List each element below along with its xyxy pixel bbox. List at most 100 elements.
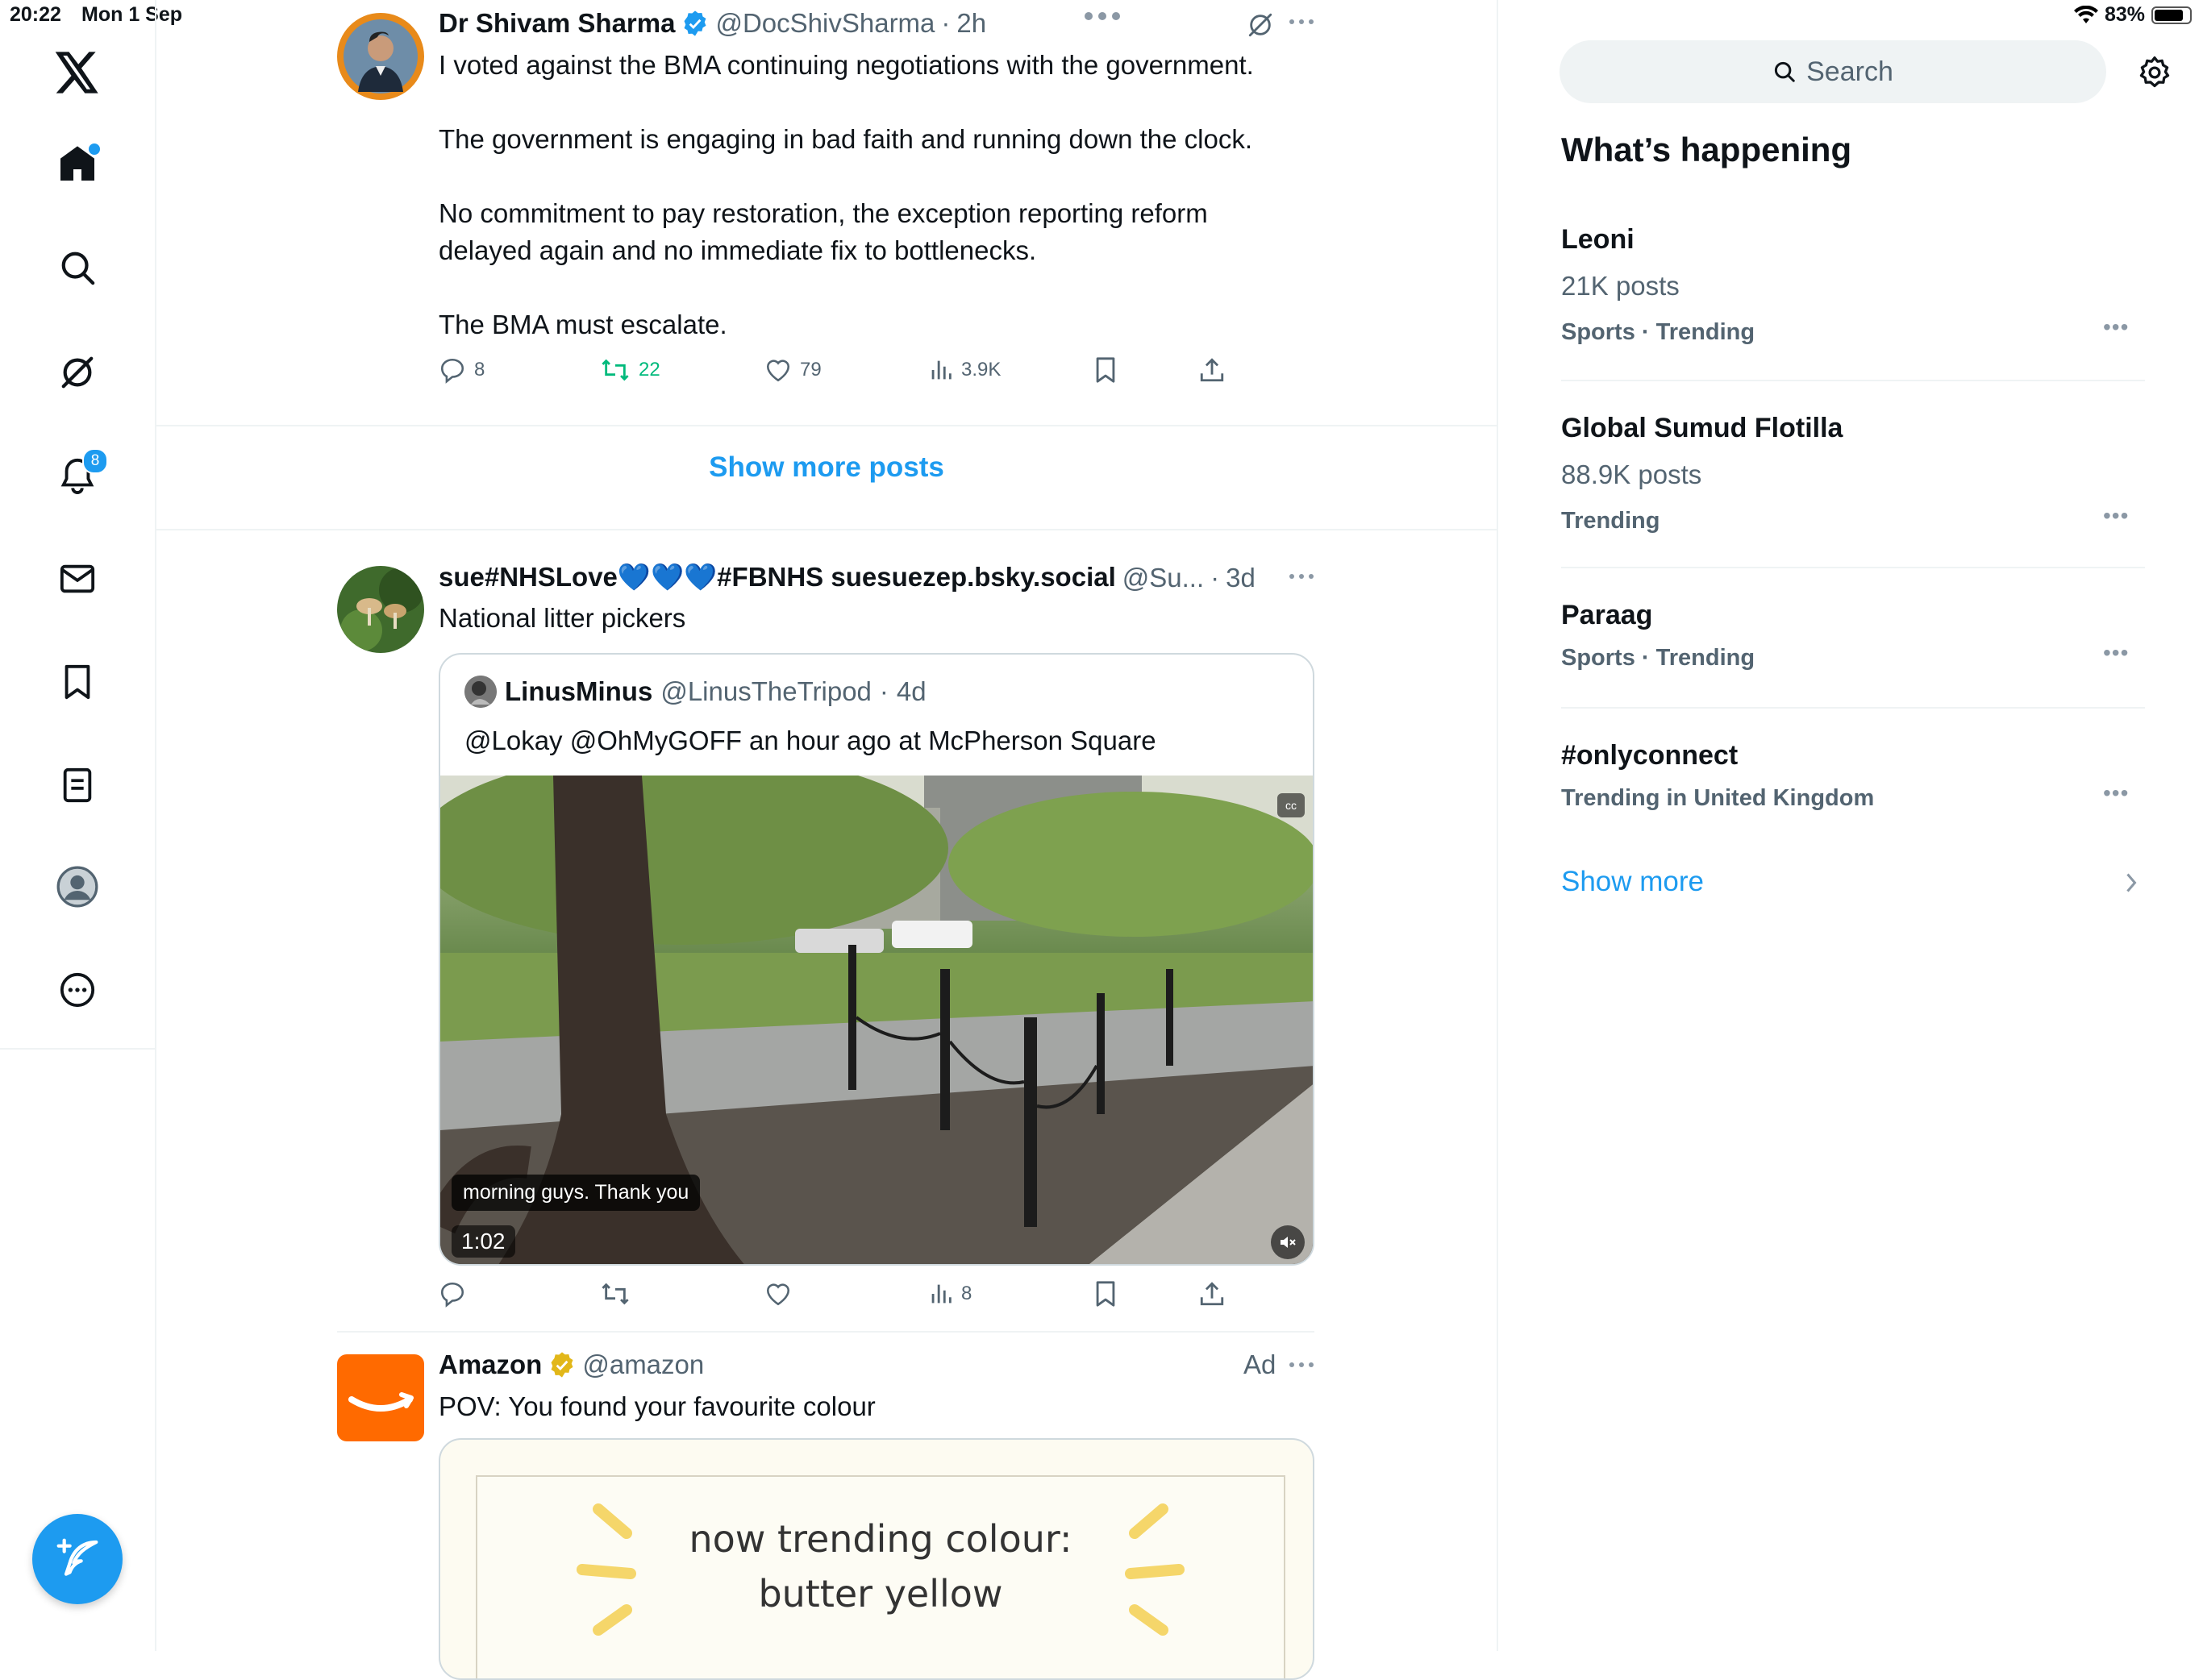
bookmark-icon: [59, 663, 96, 701]
quote-post-time[interactable]: 4d: [897, 676, 927, 707]
whats-happening-heading: What’s happening: [1561, 131, 1852, 168]
repost-icon: [600, 1280, 631, 1308]
share-icon: [1198, 1280, 1226, 1308]
nav-explore[interactable]: [45, 235, 110, 300]
trend-more-icon[interactable]: •••: [2103, 640, 2129, 666]
author-name[interactable]: sue#NHSLove💙💙💙#FBNHS suesuezep.bsky.soci…: [439, 562, 1116, 593]
share-icon: [1198, 356, 1226, 384]
bookmark-button[interactable]: [1093, 356, 1118, 384]
reply-button[interactable]: 8: [439, 356, 485, 384]
divider: [156, 425, 1497, 426]
mute-icon[interactable]: [1271, 1225, 1305, 1259]
status-indicators: 83%: [2073, 3, 2192, 27]
center-column-border: [1497, 0, 1498, 1651]
settings-gear-icon[interactable]: [2137, 55, 2172, 90]
quote-author-handle[interactable]: @LinusTheTripod: [660, 676, 872, 707]
quoted-post[interactable]: LinusMinus @LinusTheTripod · 4d @Lokay @…: [439, 653, 1314, 1266]
views-button[interactable]: 3.9K: [929, 356, 1001, 384]
ad-card-line-2: butter yellow: [758, 1572, 1003, 1616]
trend-title: Paraag: [1561, 600, 1653, 630]
bookmark-button[interactable]: [1093, 1280, 1118, 1308]
chevron-right-icon[interactable]: [2124, 871, 2138, 895]
author-handle[interactable]: @DocShivSharma: [715, 8, 935, 39]
quote-author-name[interactable]: LinusMinus: [505, 676, 652, 707]
trend-item[interactable]: Paraag Sports · Trending •••: [1561, 595, 2145, 692]
nav-notifications[interactable]: 8: [45, 443, 110, 508]
reply-button[interactable]: [439, 1280, 466, 1308]
grok-icon: [59, 354, 96, 391]
trend-more-icon[interactable]: •••: [2103, 780, 2129, 806]
x-logo-icon[interactable]: [45, 40, 110, 105]
gold-verified-badge-icon: [548, 1351, 576, 1379]
home-new-dot: [87, 142, 102, 156]
repost-button[interactable]: [600, 1280, 631, 1308]
author-name[interactable]: Dr Shivam Sharma: [439, 8, 675, 39]
repost-button[interactable]: 22: [600, 356, 660, 384]
ad-image: now trending colour: butter yellow: [476, 1475, 1285, 1678]
avatar[interactable]: [337, 13, 424, 100]
post-text: POV: You found your favourite colour: [439, 1391, 876, 1421]
author-name[interactable]: Amazon: [439, 1349, 542, 1380]
nav-grok[interactable]: [45, 340, 110, 405]
ad-label: Ad: [1243, 1349, 1276, 1379]
trend-item[interactable]: Global Sumud Flotilla 88.9K posts Trendi…: [1561, 408, 2145, 561]
search-icon: [59, 249, 96, 286]
grok-explain-icon[interactable]: [1247, 11, 1274, 39]
like-button[interactable]: [764, 1280, 792, 1308]
divider: [156, 529, 1497, 530]
post-more-icon[interactable]: [1289, 1361, 1314, 1369]
divider: [1561, 567, 2145, 568]
trend-more-icon[interactable]: •••: [2103, 503, 2129, 529]
reply-icon: [439, 1280, 466, 1308]
show-more-trends-link[interactable]: Show more: [1561, 866, 1704, 898]
show-more-posts-link[interactable]: Show more posts: [156, 451, 1497, 484]
nav-profile[interactable]: [45, 855, 110, 919]
nav-lists[interactable]: [45, 753, 110, 817]
captions-cc-icon[interactable]: cc: [1277, 793, 1305, 817]
reply-count: 8: [474, 359, 485, 380]
dot-separator: ·: [1210, 562, 1220, 593]
trend-item[interactable]: #onlyconnect Trending in United Kingdom …: [1561, 735, 2145, 832]
bookmark-icon: [1093, 1280, 1118, 1308]
dot-separator: ·: [879, 676, 889, 706]
amazon-logo-icon[interactable]: [337, 1354, 424, 1441]
window-more-dots-icon[interactable]: [1084, 10, 1121, 23]
battery-percent: 83%: [2104, 3, 2145, 26]
post-text: National litter pickers: [439, 603, 686, 633]
trend-meta: Trending in United Kingdom: [1561, 785, 1875, 811]
ad-media-card[interactable]: now trending colour: butter yellow: [439, 1438, 1314, 1680]
search-bar[interactable]: Search: [1560, 40, 2106, 103]
post-time[interactable]: 3d: [1226, 563, 1256, 593]
trend-item[interactable]: Leoni 21K posts Sports · Trending •••: [1561, 219, 2145, 372]
quote-post-text: @Lokay @OhMyGOFF an hour ago at McPherso…: [464, 726, 1156, 755]
like-count: 79: [800, 359, 822, 380]
like-button[interactable]: 79: [764, 356, 822, 384]
views-count: 8: [961, 1283, 972, 1304]
views-button[interactable]: 8: [929, 1280, 972, 1308]
share-button[interactable]: [1198, 356, 1226, 384]
author-handle[interactable]: @Su...: [1122, 563, 1204, 593]
compose-button[interactable]: [32, 1514, 123, 1604]
nav-messages[interactable]: [45, 547, 110, 611]
post-more-icon[interactable]: [1289, 572, 1314, 580]
nav-more[interactable]: [45, 958, 110, 1022]
avatar[interactable]: [337, 566, 424, 653]
profile-avatar-icon: [56, 866, 98, 908]
search-icon: [1772, 60, 1797, 84]
bookmark-icon: [1093, 356, 1118, 384]
post-time[interactable]: 2h: [956, 8, 986, 39]
share-button[interactable]: [1198, 1280, 1226, 1308]
views-count: 3.9K: [961, 359, 1002, 380]
left-sidebar: 8: [0, 0, 155, 1050]
reply-icon: [439, 356, 466, 384]
nav-bookmarks[interactable]: [45, 650, 110, 714]
nav-home[interactable]: [45, 131, 110, 195]
post-more-icon[interactable]: [1289, 18, 1314, 26]
list-icon: [59, 767, 96, 804]
trend-more-icon[interactable]: •••: [2103, 314, 2129, 340]
video-player[interactable]: cc morning guys. Thank you 1:02: [440, 776, 1313, 1264]
ad-card-line-1: now trending colour:: [689, 1517, 1072, 1561]
verified-badge-icon: [681, 10, 709, 37]
author-handle[interactable]: @amazon: [582, 1349, 704, 1380]
trend-posts: 88.9K posts: [1561, 460, 1702, 489]
